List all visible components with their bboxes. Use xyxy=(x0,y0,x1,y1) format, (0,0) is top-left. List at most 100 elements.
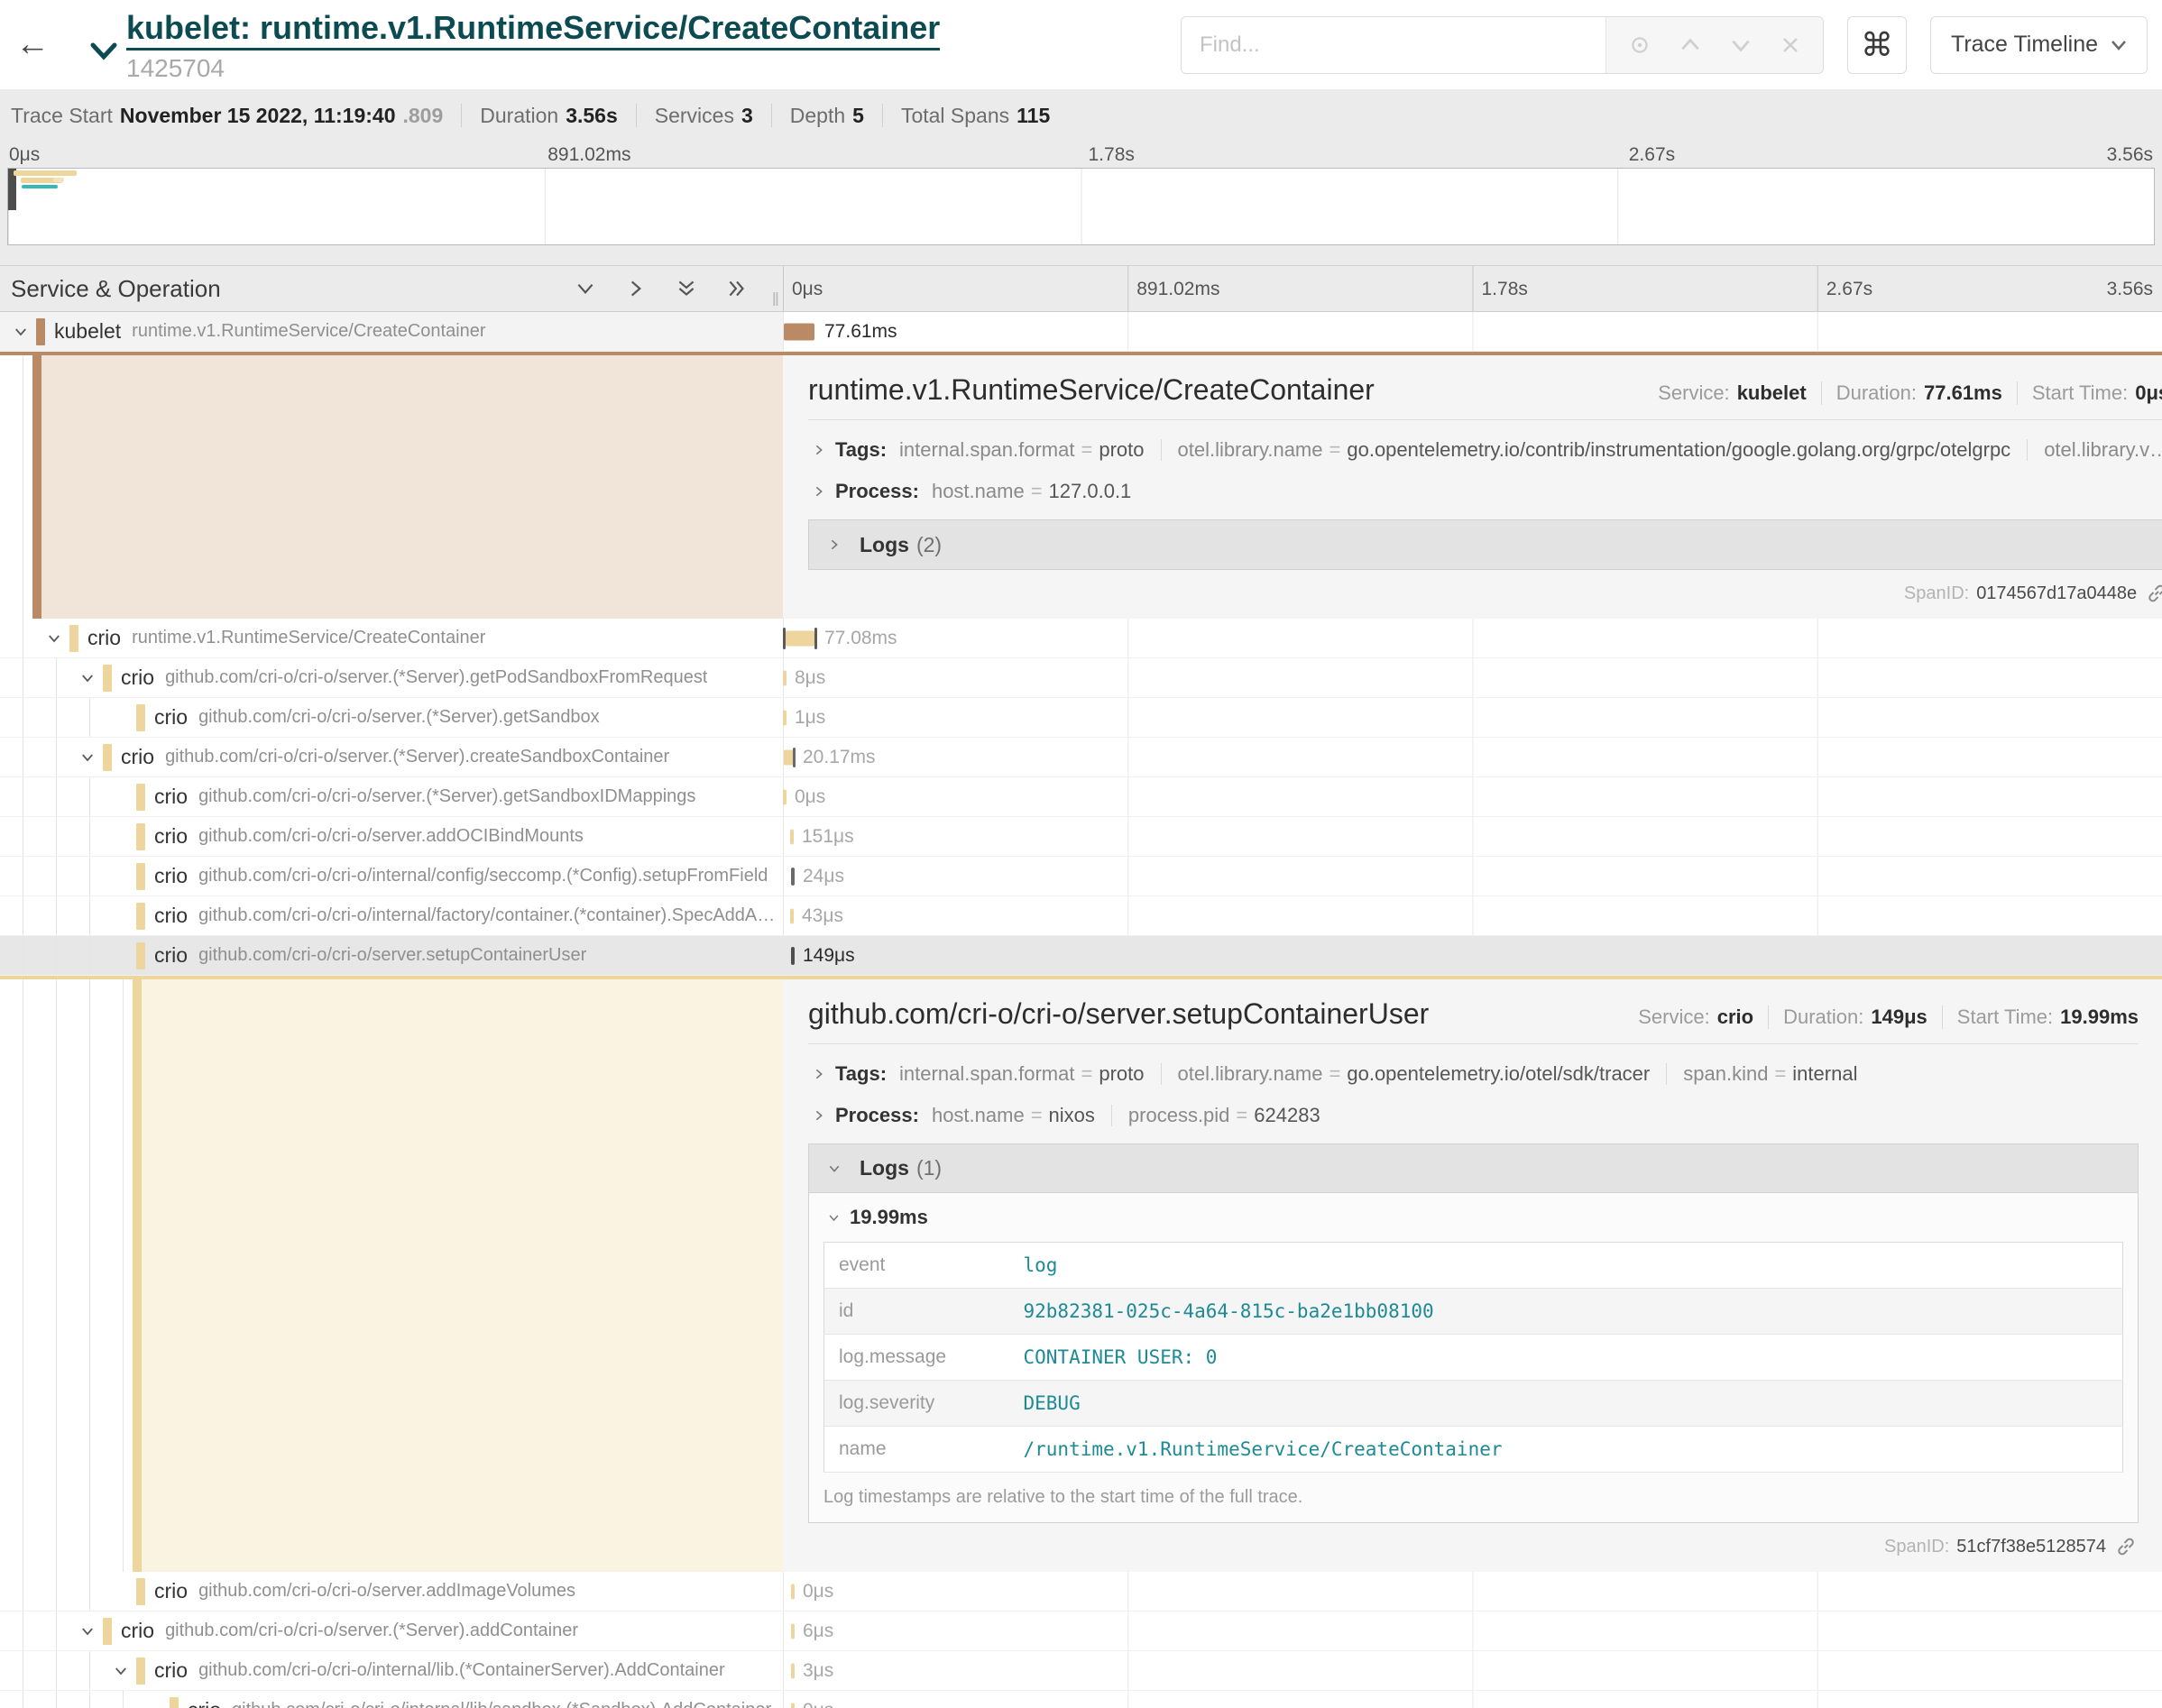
copy-link-icon[interactable] xyxy=(2115,1536,2137,1557)
span-bar[interactable] xyxy=(793,748,796,767)
span-detail-left-accent xyxy=(0,979,783,1572)
span-duration-label: 8μs xyxy=(795,667,825,689)
service-color-bar xyxy=(36,318,45,345)
span-duration-label: 20.17ms xyxy=(803,747,876,768)
span-bar[interactable] xyxy=(791,1663,795,1678)
find-clear-icon[interactable] xyxy=(1780,34,1801,56)
service-name: crio xyxy=(188,1698,221,1708)
logs-accordion[interactable]: Logs(1) xyxy=(809,1144,2138,1193)
tags-accordion[interactable]: Tags:internal.span.format=protootel.libr… xyxy=(808,1053,2139,1095)
span-row[interactable]: criogithub.com/cri-o/cri-o/server.addOCI… xyxy=(0,817,2162,857)
collapse-trace-chevron-icon[interactable] xyxy=(90,42,117,60)
operation-name: github.com/cri-o/cri-o/server.(*Server).… xyxy=(165,747,669,767)
span-bar[interactable] xyxy=(784,749,793,765)
span-row-timeline-cell[interactable]: 0μs xyxy=(783,1572,2162,1611)
log-field-row: log.severityDEBUG xyxy=(824,1381,2123,1427)
span-bar[interactable] xyxy=(791,1623,795,1639)
collapse-all-icon[interactable] xyxy=(675,277,698,300)
indent-guides xyxy=(13,777,113,816)
copy-link-icon[interactable] xyxy=(2146,583,2162,604)
span-row[interactable]: criogithub.com/cri-o/cri-o/server.(*Serv… xyxy=(0,1612,2162,1651)
expand-children-chevron-icon[interactable] xyxy=(113,1663,136,1679)
expand-children-chevron-icon[interactable] xyxy=(46,630,69,647)
service-color-bar xyxy=(136,903,145,930)
column-resizer-handle[interactable]: ‖ xyxy=(772,290,777,311)
span-row-timeline-cell[interactable]: 20.17ms xyxy=(783,738,2162,776)
span-row[interactable]: criogithub.com/cri-o/cri-o/internal/fact… xyxy=(0,896,2162,936)
span-bar[interactable] xyxy=(786,630,814,646)
logs-label: Logs xyxy=(860,533,909,557)
expand-children-chevron-icon[interactable] xyxy=(13,324,36,340)
span-bar[interactable] xyxy=(790,829,794,844)
trace-view-selector[interactable]: Trace Timeline xyxy=(1930,16,2148,74)
logs-accordion[interactable]: Logs(2) xyxy=(808,519,2162,570)
span-row[interactable]: criogithub.com/cri-o/cri-o/server.(*Serv… xyxy=(0,777,2162,817)
span-bar[interactable] xyxy=(783,789,787,804)
span-row[interactable]: criogithub.com/cri-o/cri-o/internal/conf… xyxy=(0,857,2162,896)
collapse-one-icon[interactable] xyxy=(574,277,597,300)
log-entry-toggle[interactable]: 19.99ms xyxy=(809,1193,2138,1238)
span-detail-meta: Service:kubeletDuration:77.61msStart Tim… xyxy=(1658,381,2162,405)
service-color-bar xyxy=(136,784,145,811)
service-color-bar xyxy=(69,625,78,652)
span-bar[interactable] xyxy=(814,628,817,649)
trace-title-link[interactable]: kubelet: runtime.v1.RuntimeService/Creat… xyxy=(126,7,940,51)
span-row-timeline-cell[interactable]: 77.08ms xyxy=(783,619,2162,657)
span-row-name-cell: criogithub.com/cri-o/cri-o/server.(*Serv… xyxy=(0,1612,783,1650)
span-bar[interactable] xyxy=(790,908,794,923)
expand-all-icon[interactable] xyxy=(725,277,749,300)
find-input[interactable] xyxy=(1182,17,1605,73)
span-detail-title: github.com/cri-o/cri-o/server.setupConta… xyxy=(808,997,1429,1031)
service-name: crio xyxy=(121,1619,154,1643)
span-row-timeline-cell[interactable]: 3μs xyxy=(783,1651,2162,1690)
span-row[interactable]: criogithub.com/cri-o/cri-o/internal/lib/… xyxy=(0,1691,2162,1708)
span-detail-meta: Service:crioDuration:149μsStart Time:19.… xyxy=(1638,1006,2139,1029)
keyboard-shortcuts-button[interactable]: ⌘ xyxy=(1847,16,1907,74)
find-next-icon[interactable] xyxy=(1729,33,1753,57)
operation-name: runtime.v1.RuntimeService/CreateContaine… xyxy=(132,321,485,342)
minimap-canvas[interactable] xyxy=(7,168,2155,245)
span-row[interactable]: criogithub.com/cri-o/cri-o/server.setupC… xyxy=(0,936,2162,976)
expand-children-chevron-icon[interactable] xyxy=(79,670,103,686)
expand-children-chevron-icon[interactable] xyxy=(79,1623,103,1639)
focus-target-icon[interactable] xyxy=(1628,33,1651,57)
tags-accordion[interactable]: Tags:internal.span.format=protootel.libr… xyxy=(808,429,2162,471)
span-row[interactable]: criogithub.com/cri-o/cri-o/server.(*Serv… xyxy=(0,738,2162,777)
span-detail-left-accent xyxy=(0,355,783,619)
minimap-tick-label: 891.02ms xyxy=(547,144,630,166)
tag-value: go.opentelemetry.io/otel/sdk/tracer xyxy=(1347,1062,1650,1085)
logs-count: (1) xyxy=(916,1156,942,1180)
span-row[interactable]: criogithub.com/cri-o/cri-o/server.addIma… xyxy=(0,1572,2162,1612)
span-row-timeline-cell[interactable]: 6μs xyxy=(783,1612,2162,1650)
span-bar[interactable] xyxy=(791,1584,795,1599)
span-bar[interactable] xyxy=(783,670,787,685)
span-row[interactable]: criogithub.com/cri-o/cri-o/server.(*Serv… xyxy=(0,698,2162,738)
expand-children-chevron-icon[interactable] xyxy=(79,749,103,766)
span-bar[interactable] xyxy=(791,1703,795,1708)
equals-sign: = xyxy=(1329,438,1341,461)
span-row-timeline-cell[interactable]: 8μs xyxy=(783,658,2162,697)
span-row-timeline-cell[interactable]: 1μs xyxy=(783,698,2162,737)
span-bar[interactable] xyxy=(791,947,795,965)
meta-label: Service: xyxy=(1658,381,1729,405)
span-row-timeline-cell[interactable]: 149μs xyxy=(783,936,2162,975)
process-accordion[interactable]: Process:host.name=127.0.0.1 xyxy=(808,471,2162,512)
span-row-timeline-cell[interactable]: 77.61ms xyxy=(783,312,2162,351)
span-row[interactable]: crioruntime.v1.RuntimeService/CreateCont… xyxy=(0,619,2162,658)
span-row-timeline-cell[interactable]: 0μs xyxy=(783,1691,2162,1708)
expand-one-icon[interactable] xyxy=(624,277,648,300)
span-bar[interactable] xyxy=(791,868,795,886)
find-prev-icon[interactable] xyxy=(1679,33,1702,57)
span-bar[interactable] xyxy=(783,710,787,725)
span-row[interactable]: kubeletruntime.v1.RuntimeService/CreateC… xyxy=(0,312,2162,352)
back-button[interactable]: ← xyxy=(0,25,65,64)
log-field-value: 92b82381-025c-4a64-815c-ba2e1bb08100 xyxy=(1009,1289,2123,1335)
span-row-timeline-cell[interactable]: 43μs xyxy=(783,896,2162,935)
span-row-timeline-cell[interactable]: 24μs xyxy=(783,857,2162,895)
span-row[interactable]: criogithub.com/cri-o/cri-o/internal/lib.… xyxy=(0,1651,2162,1691)
span-row[interactable]: criogithub.com/cri-o/cri-o/server.(*Serv… xyxy=(0,658,2162,698)
span-row-timeline-cell[interactable]: 151μs xyxy=(783,817,2162,856)
span-bar[interactable] xyxy=(784,323,814,340)
span-row-timeline-cell[interactable]: 0μs xyxy=(783,777,2162,816)
process-accordion[interactable]: Process:host.name=nixosprocess.pid=62428… xyxy=(808,1095,2139,1136)
